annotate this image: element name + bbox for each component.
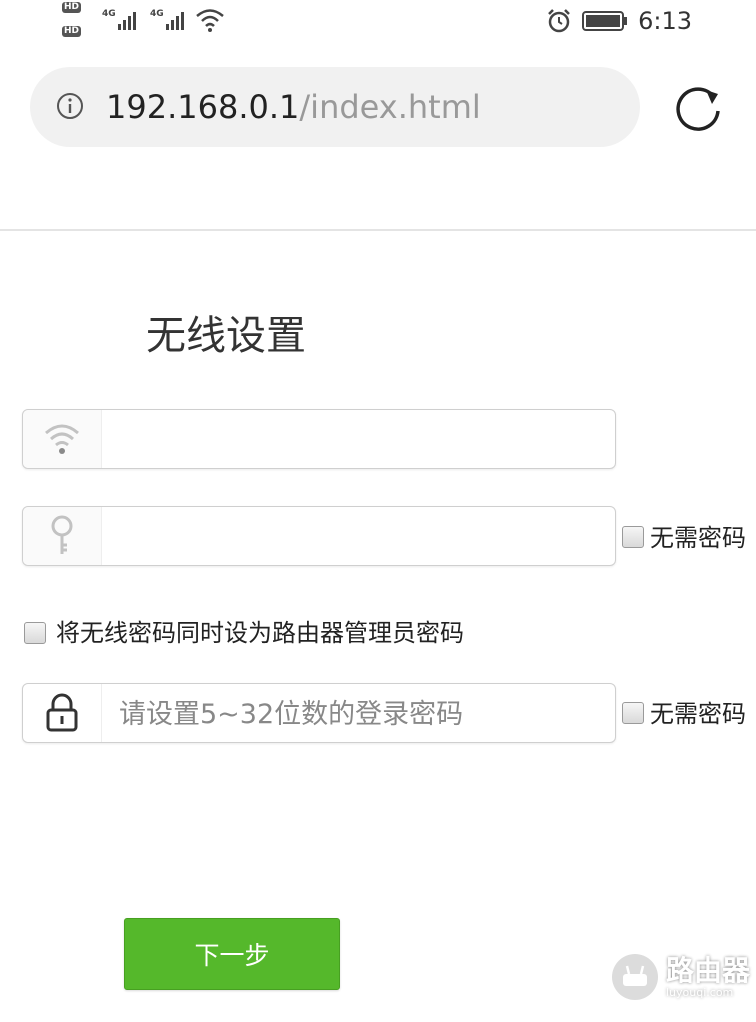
signal-icon: 4G [150, 9, 184, 30]
alarm-icon [548, 9, 570, 33]
same-as-admin-checkbox[interactable] [24, 622, 46, 644]
watermark-logo-icon [612, 954, 658, 1000]
status-bar-right: 6:13 [546, 6, 692, 36]
signal-icon: 4G [102, 9, 136, 30]
no-password-checkbox[interactable] [622, 526, 644, 548]
status-time: 6:13 [638, 7, 692, 35]
lock-icon [46, 693, 78, 732]
next-button[interactable]: 下一步 [124, 918, 340, 990]
info-icon[interactable] [56, 92, 84, 120]
hd-badge: HD [62, 26, 82, 37]
wifi-password-field[interactable] [22, 506, 616, 567]
wifi-name-field[interactable] [22, 409, 616, 470]
watermark-text: 路由器 [666, 953, 751, 987]
svg-text:4G: 4G [150, 9, 164, 19]
address-bar[interactable]: 192.168.0.1/index.html [30, 67, 640, 147]
wifi-name-input[interactable] [117, 410, 605, 470]
field-icon-box [23, 684, 102, 742]
no-password-label[interactable]: 无需密码 [650, 694, 746, 729]
divider [0, 229, 756, 231]
no-password-label[interactable]: 无需密码 [650, 518, 746, 553]
battery-icon [582, 11, 628, 31]
field-icon-box [23, 410, 102, 468]
field-icon-box [23, 507, 102, 565]
hd-badge: HD [62, 2, 82, 13]
url-path: /index.html [299, 88, 481, 126]
same-as-admin-label[interactable]: 将无线密码同时设为路由器管理员密码 [56, 613, 464, 648]
wifi-status-icon [196, 9, 224, 32]
wifi-icon [45, 424, 79, 454]
url-host: 192.168.0.1 [106, 88, 300, 126]
admin-password-input[interactable] [117, 684, 605, 744]
watermark: 路由器 luyouqi.com [612, 954, 750, 1000]
reload-icon[interactable] [674, 82, 724, 132]
watermark-url: luyouqi.com [666, 985, 734, 999]
admin-password-field[interactable] [22, 683, 616, 744]
page-title: 无线设置 [146, 313, 306, 359]
url-text[interactable]: 192.168.0.1/index.html [106, 83, 481, 131]
svg-text:4G: 4G [102, 9, 116, 19]
no-password-checkbox[interactable] [622, 702, 644, 724]
wifi-password-input[interactable] [117, 507, 605, 567]
key-icon [51, 515, 73, 554]
